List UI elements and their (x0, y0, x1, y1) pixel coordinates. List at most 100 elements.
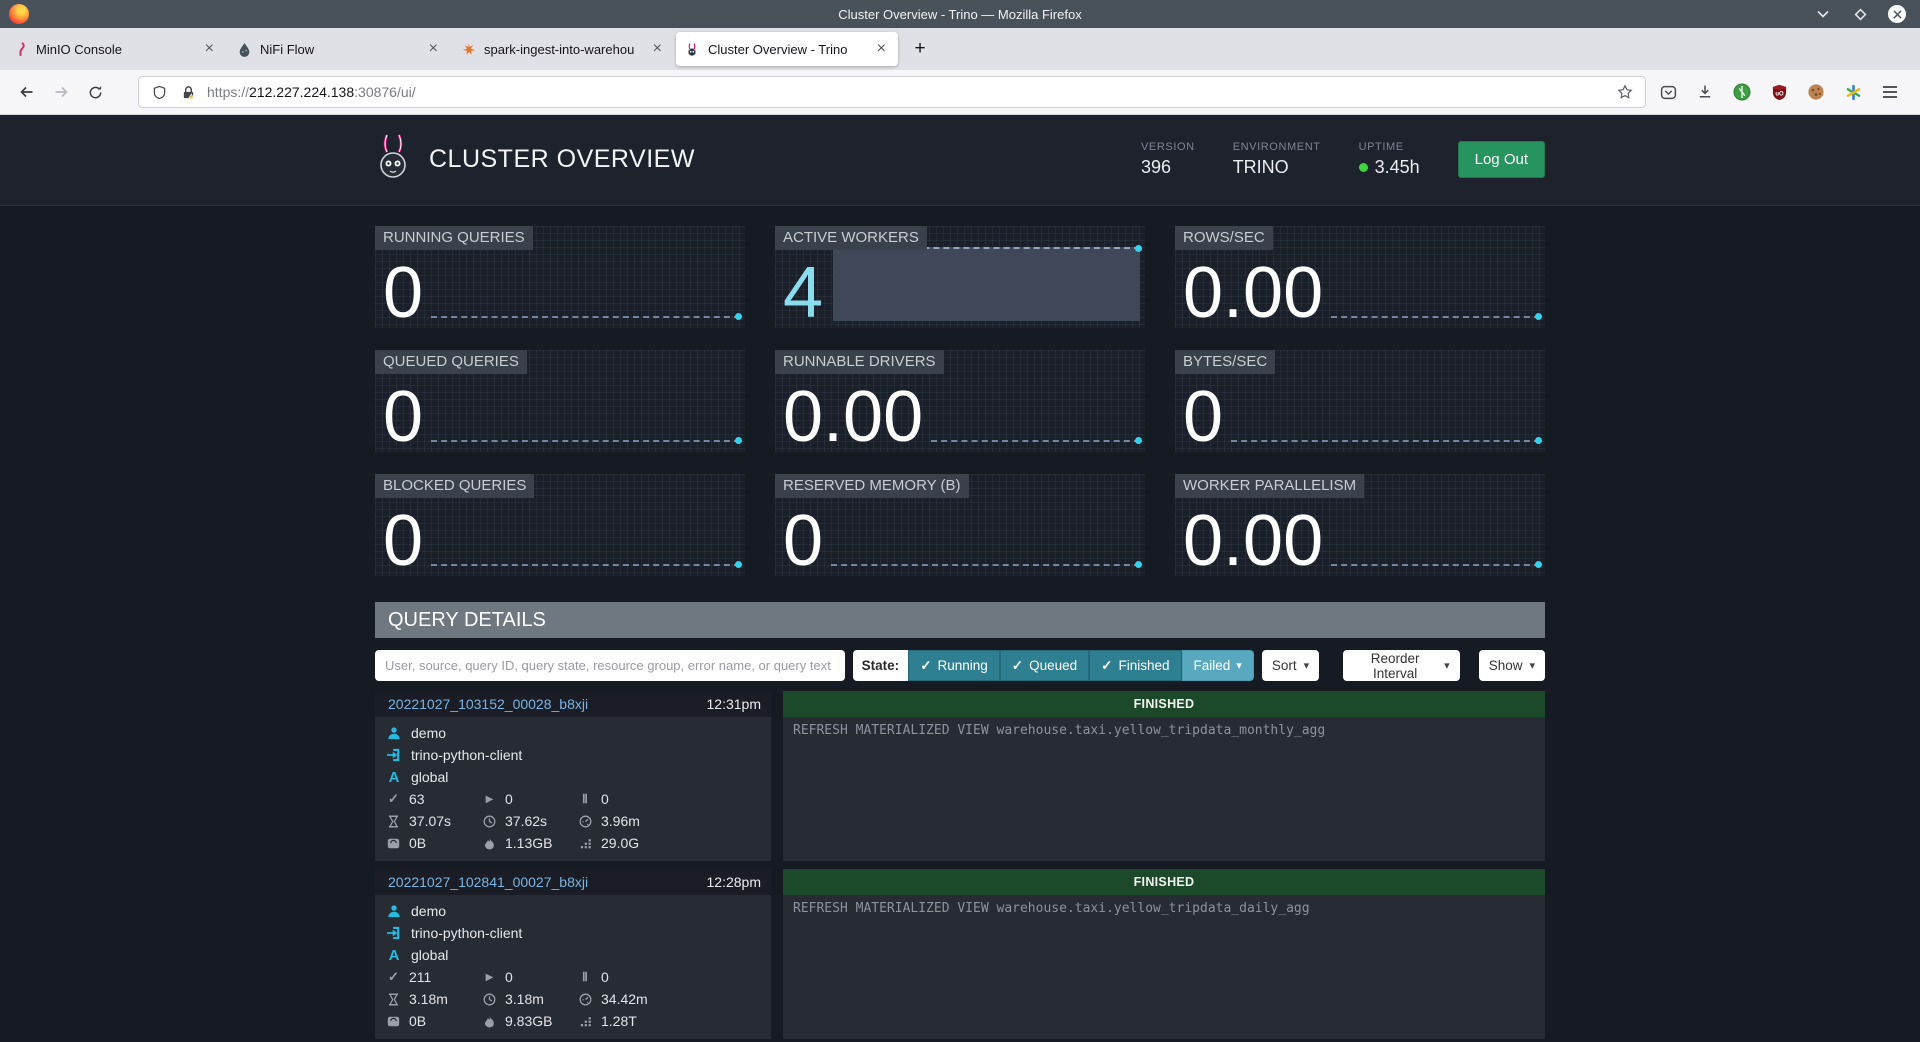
chevron-down-icon: ▾ (1444, 659, 1450, 672)
tab-label: NiFi Flow (260, 42, 425, 57)
query-search-input[interactable] (375, 650, 845, 681)
state-filter-button[interactable]: ✓ Queued ▾ (1000, 650, 1089, 681)
wall-time-clock-icon (482, 815, 497, 828)
query-time: 12:31pm (707, 696, 761, 712)
reload-icon[interactable] (78, 76, 112, 108)
nifi-icon (236, 41, 252, 57)
cumulative-memory-icon (578, 1016, 593, 1027)
show-button[interactable]: Show▾ (1479, 650, 1545, 681)
state-filter-button[interactable]: ✓ Finished ▾ (1089, 650, 1181, 681)
tab-spark-job[interactable]: spark-ingest-into-warehou × (452, 32, 674, 66)
stat-label: RUNNING QUERIES (375, 226, 533, 250)
tab-nifi-flow[interactable]: NiFi Flow × (228, 32, 450, 66)
cookie-extension-icon[interactable] (1806, 82, 1826, 102)
tab-label: spark-ingest-into-warehou (484, 42, 649, 57)
close-window-icon[interactable] (1888, 5, 1906, 23)
query-row: 20221027_103152_00028_b8xji 12:31pm demo… (375, 691, 1545, 861)
menu-hamburger-icon[interactable] (1880, 82, 1900, 102)
cumulative-memory: 29.0G (601, 835, 639, 851)
query-filter-toolbar: State: ✓ Running ▾ ✓ Queued ▾ ✓ Finished… (375, 650, 1545, 681)
colorful-asterisk-extension-icon[interactable] (1843, 82, 1863, 102)
query-source: trino-python-client (411, 747, 522, 763)
queued-splits-icon: Ⅱ (578, 792, 593, 806)
wall-time-clock-icon (482, 993, 497, 1006)
forward-icon[interactable] (44, 76, 78, 108)
url-bar[interactable]: https://212.227.224.138:30876/ui/ (138, 76, 1646, 108)
query-resource-group: global (411, 947, 448, 963)
running-splits-icon: ▶ (482, 794, 497, 805)
sparkline-baseline (431, 440, 740, 442)
queued-splits: 0 (601, 791, 609, 807)
sparkline-baseline (431, 564, 740, 566)
completed-splits: 63 (409, 791, 425, 807)
state-filter-button[interactable]: ✓ Running ▾ (908, 650, 1000, 681)
stat-value: 0 (383, 389, 423, 445)
query-id-link[interactable]: 20221027_102841_00027_b8xji (388, 874, 588, 890)
new-tab-button[interactable]: + (905, 34, 935, 64)
query-list: 20221027_103152_00028_b8xji 12:31pm demo… (375, 691, 1545, 1042)
check-icon: ✓ (920, 658, 931, 674)
sort-button[interactable]: Sort▾ (1262, 650, 1319, 681)
query-user: demo (411, 725, 446, 741)
trino-bunny-logo (375, 133, 411, 186)
query-summary: demo trino-python-client Aglobal ✓63 ▶0 … (375, 717, 771, 861)
sparkline-baseline (1331, 564, 1540, 566)
query-summary: demo trino-python-client Aglobal ✓211 ▶0… (375, 895, 771, 1039)
current-memory-icon (386, 1016, 401, 1027)
cpu-time-gauge-icon (578, 993, 593, 1006)
bookmark-star-icon[interactable] (1615, 82, 1635, 102)
environment-stat: ENVIRONMENT TRINO (1233, 141, 1321, 178)
sparkline-area-fill (833, 247, 1140, 321)
query-status-badge: FINISHED (783, 691, 1545, 717)
sparkline-point (735, 561, 742, 568)
queued-splits-icon: Ⅱ (578, 970, 593, 984)
uptime-status-dot (1359, 163, 1368, 172)
peak-memory-flame-icon (482, 837, 497, 850)
page-header: CLUSTER OVERVIEW VERSION 396 ENVIRONMENT… (0, 115, 1920, 206)
stat-label: BLOCKED QUERIES (375, 474, 534, 498)
stat-sparkline-chart: 0.00 (783, 389, 1140, 445)
trino-bunny-icon (684, 41, 700, 57)
tab-bar: MinIO Console × NiFi Flow × spark-ingest… (0, 28, 1920, 70)
cluster-stat-box: RUNNABLE DRIVERS 0.00 (775, 350, 1145, 452)
cluster-stat-box: ACTIVE WORKERS 4 (775, 226, 1145, 328)
ublock-origin-icon[interactable]: uO (1769, 82, 1789, 102)
close-tab-icon[interactable]: × (201, 41, 218, 57)
resource-group-icon: A (386, 947, 402, 964)
minio-icon (12, 41, 28, 57)
completed-splits-icon: ✓ (386, 791, 401, 807)
resource-group-icon: A (386, 769, 402, 786)
tab-cluster-overview[interactable]: Cluster Overview - Trino × (676, 32, 898, 66)
shield-icon[interactable] (149, 82, 169, 102)
query-id-link[interactable]: 20221027_103152_00028_b8xji (388, 696, 588, 712)
cpu-time: 3.96m (601, 813, 640, 829)
extension-green-icon[interactable] (1732, 82, 1752, 102)
current-memory-icon (386, 838, 401, 849)
query-status-badge: FINISHED (783, 869, 1545, 895)
reorder-interval-button[interactable]: Reorder Interval▾ (1343, 650, 1460, 681)
downloads-icon[interactable] (1695, 82, 1715, 102)
stat-value: 0 (383, 265, 423, 321)
back-icon[interactable] (10, 76, 44, 108)
pocket-icon[interactable] (1658, 82, 1678, 102)
stat-value: 0.00 (1183, 265, 1323, 321)
stat-value: 4 (783, 265, 823, 321)
svg-text:uO: uO (1775, 91, 1784, 97)
state-filter-button[interactable]: ✓ Failed ▾ (1182, 650, 1254, 681)
logout-button[interactable]: Log Out (1458, 141, 1545, 178)
peak-memory: 9.83GB (505, 1013, 552, 1029)
stat-label: ROWS/SEC (1175, 226, 1273, 250)
tab-label: Cluster Overview - Trino (708, 42, 873, 57)
minimize-icon[interactable] (1814, 5, 1832, 23)
stat-label: RESERVED MEMORY (B) (775, 474, 969, 498)
close-tab-icon[interactable]: × (873, 41, 890, 57)
tab-minio-console[interactable]: MinIO Console × (4, 32, 226, 66)
cluster-stat-box: BYTES/SEC 0 (1175, 350, 1545, 452)
state-filter-label: State: (853, 650, 909, 681)
maximize-icon[interactable] (1851, 5, 1869, 23)
wall-time: 37.62s (505, 813, 547, 829)
close-tab-icon[interactable]: × (425, 41, 442, 57)
close-tab-icon[interactable]: × (649, 41, 666, 57)
lock-warning-icon[interactable] (178, 82, 198, 102)
window-title: Cluster Overview - Trino — Mozilla Firef… (0, 7, 1920, 22)
